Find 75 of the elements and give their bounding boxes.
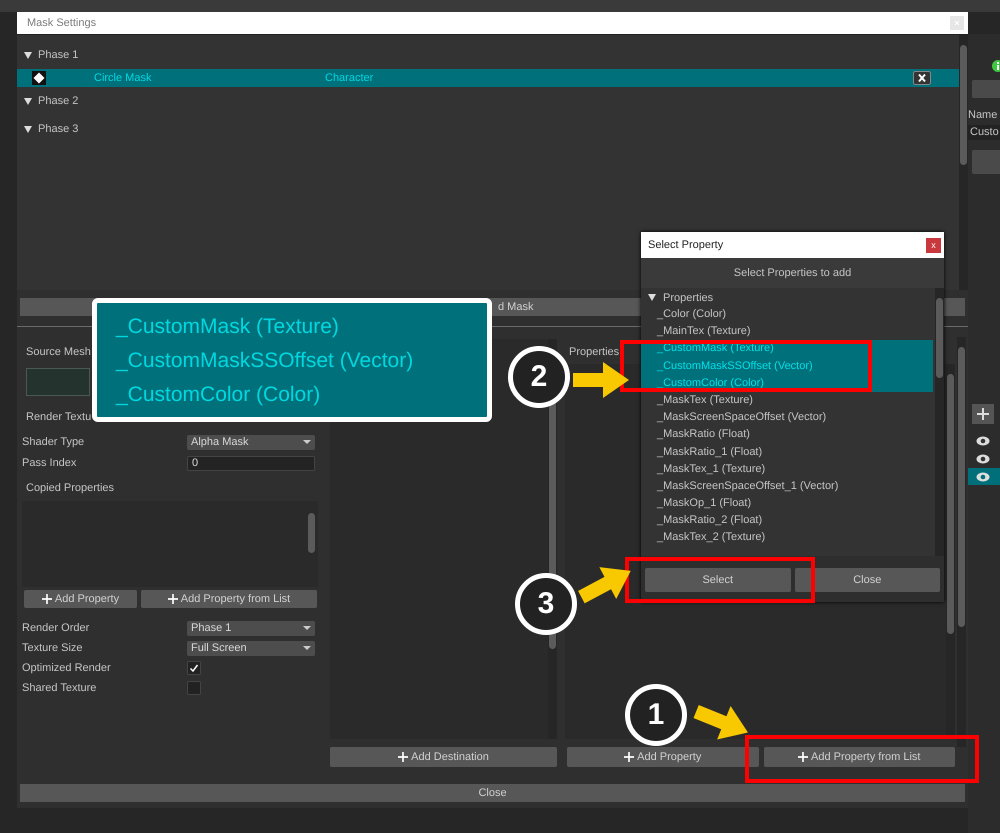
pointer-arrow [573, 362, 629, 398]
scrollbar[interactable] [935, 288, 944, 556]
plus-icon [977, 408, 989, 420]
field-label: Render Order [22, 622, 90, 634]
plus-icon [798, 752, 808, 762]
field-label: Pass Index [22, 457, 78, 469]
dialog-button[interactable]: Close [794, 568, 940, 592]
add-button[interactable] [972, 404, 994, 424]
field-label: Source Mesh [25, 345, 92, 360]
property-item[interactable]: _MainTex (Texture) [641, 323, 933, 340]
source-mesh-field[interactable] [26, 368, 90, 396]
expand-triangle-icon[interactable] [24, 126, 32, 132]
property-item[interactable]: _MaskTex (Texture) [641, 392, 933, 410]
add-destination-button[interactable]: Add Destination [330, 747, 557, 767]
checkbox[interactable] [187, 661, 201, 675]
property-item[interactable]: _MaskScreenSpaceOffset_1 (Vector) [641, 478, 933, 496]
phase-label[interactable]: Phase 3 [38, 123, 78, 135]
mask-target: Character [325, 72, 374, 84]
dialog-heading: Select Properties to add [641, 258, 944, 288]
field-label: Render Textu [25, 410, 92, 425]
window-title: Mask Settings [27, 17, 96, 29]
add-button[interactable]: Add Property [567, 747, 758, 767]
dropdown[interactable]: Alpha Mask [187, 434, 315, 450]
plus-icon [168, 594, 178, 604]
section-label: Properties [568, 345, 620, 360]
expand-triangle-icon[interactable] [24, 52, 32, 58]
field-label: Optimized Render [22, 662, 112, 674]
section-label: Copied Properties [25, 481, 116, 496]
field-label: Shared Texture [22, 682, 98, 694]
property-item[interactable]: _MaskTex_1 (Texture) [641, 460, 933, 478]
plus-icon [624, 752, 634, 762]
scrollbar[interactable] [957, 337, 966, 747]
caret-icon [303, 646, 311, 650]
scrollbar[interactable] [959, 35, 968, 290]
group-label[interactable]: Properties [663, 292, 714, 304]
property-item[interactable]: _MaskRatio_1 (Float) [641, 444, 933, 461]
property-item[interactable]: _Color (Color) [641, 306, 933, 324]
diamond-icon [32, 71, 46, 85]
mask-name: Circle Mask [94, 72, 152, 84]
caret-icon [303, 626, 311, 630]
name-field[interactable]: Custo [968, 125, 1000, 140]
dropdown[interactable]: Full Screen [187, 640, 315, 656]
zoomed-property: _CustomMask (Texture) [116, 314, 340, 338]
phase-label[interactable]: Phase 2 [38, 95, 78, 107]
property-item[interactable]: _MaskOp_1 (Float) [641, 495, 933, 512]
layer-row[interactable] [968, 468, 1000, 485]
zoomed-property: _CustomMaskSSOffset (Vector) [116, 348, 414, 372]
dialog-close-button[interactable]: x [926, 238, 941, 252]
dialog-title: Select Property [648, 239, 724, 251]
property-item[interactable]: _MaskScreenSpaceOffset (Vector) [641, 409, 933, 426]
checkbox[interactable] [187, 681, 201, 695]
property-item[interactable]: _CustomMaskSSOffset (Vector) [641, 358, 933, 375]
field-label: Shader Type [22, 436, 86, 448]
property-item[interactable]: _MaskRatio_2 (Float) [641, 512, 933, 530]
caret-icon [303, 440, 311, 444]
expand-triangle-icon[interactable] [648, 294, 656, 301]
phase-label[interactable]: Phase 1 [38, 49, 78, 61]
delete-icon[interactable] [913, 71, 931, 85]
property-item[interactable]: _MaskRatio (Float) [641, 426, 933, 444]
dialog-button[interactable]: Select [645, 568, 790, 592]
field-label: Texture Size [22, 642, 84, 654]
eye-icon[interactable] [976, 436, 990, 446]
name-label: Name [968, 108, 998, 122]
plus-icon [398, 752, 408, 762]
zoomed-property: _CustomColor (Color) [116, 382, 322, 406]
expand-triangle-icon[interactable] [24, 98, 32, 104]
add-button[interactable]: Add Property from List [141, 590, 317, 608]
add-button[interactable]: Add Property [24, 590, 137, 608]
eye-icon[interactable] [976, 454, 990, 464]
input-field[interactable]: 0 [187, 456, 315, 470]
dropdown[interactable]: Phase 1 [187, 620, 315, 636]
close-button[interactable]: Close [20, 784, 965, 802]
add-button[interactable]: Add Property from List [764, 747, 955, 767]
property-item[interactable]: _MaskTex_2 (Texture) [641, 529, 933, 547]
plus-icon [42, 594, 52, 604]
